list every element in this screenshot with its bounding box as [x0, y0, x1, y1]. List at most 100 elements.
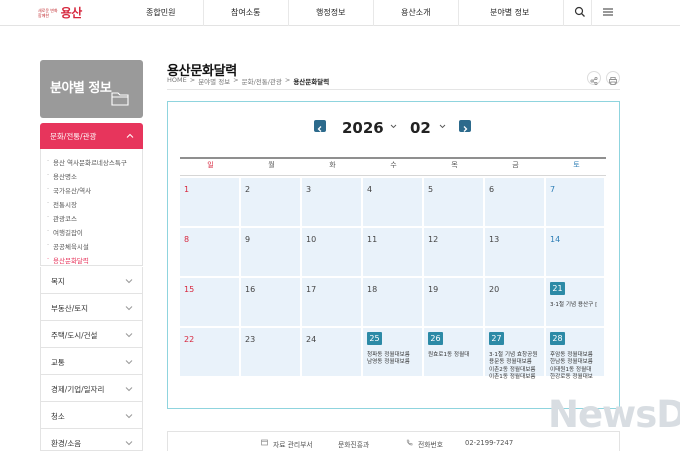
sidebar-item-real-estate[interactable]: 부동산/토지: [40, 294, 143, 321]
calendar-day-cell[interactable]: 12: [424, 228, 485, 278]
breadcrumb-current: 용산문화달력: [293, 78, 330, 86]
calendar-day-cell[interactable]: 23: [241, 328, 302, 378]
dept-label: 자료 관리부서: [273, 441, 313, 449]
share-button[interactable]: [587, 71, 601, 86]
calendar-day-cell[interactable]: 11: [363, 228, 424, 278]
chevron-down-icon[interactable]: [390, 123, 397, 130]
calendar-date-badge: 21: [550, 282, 565, 295]
sidebar-item-culture[interactable]: 문화/전통/관광: [40, 123, 143, 149]
sidebar-submenu: 용산 역사문화르네상스특구 용산명소 국가유산/역사 전통시장 관광코스 여행길…: [40, 149, 143, 266]
calendar-day-cell[interactable]: 4: [363, 178, 424, 228]
calendar-event[interactable]: 남영동 정월대보름: [367, 357, 422, 365]
folder-icon: [111, 92, 129, 106]
site-header: 새로운 변화 함께한 용산 종합민원 참여소통 행정정보 용산소개 분야별 정보: [0, 0, 680, 26]
calendar-day-cell[interactable]: 9: [241, 228, 302, 278]
year-select[interactable]: 2026: [342, 119, 384, 137]
calendar-day-cell[interactable]: 2: [241, 178, 302, 228]
calendar-date: 15: [184, 285, 195, 294]
nav-item-field-info[interactable]: 분야별 정보: [490, 7, 529, 18]
nav-item-admin-info[interactable]: 행정정보: [316, 7, 345, 18]
nav-item-about[interactable]: 용산소개: [401, 7, 430, 18]
search-icon[interactable]: [574, 6, 586, 18]
submenu-item[interactable]: 공공체육시설: [47, 241, 89, 251]
calendar-day-cell[interactable]: 17: [302, 278, 363, 328]
submenu-item[interactable]: 용산명소: [47, 171, 77, 181]
submenu-item[interactable]: 용산 역사문화르네상스특구: [47, 157, 127, 167]
sidebar-item-housing[interactable]: 주택/도시/건설: [40, 321, 143, 348]
sidebar-item-transport[interactable]: 교통: [40, 348, 143, 375]
breadcrumb-home[interactable]: HOME: [167, 76, 187, 86]
calendar-day-cell[interactable]: 20: [485, 278, 546, 328]
calendar-day-cell[interactable]: 19: [424, 278, 485, 328]
calendar-date: 12: [428, 235, 439, 244]
calendar-day-cell[interactable]: 13: [485, 228, 546, 278]
calendar-day-cell[interactable]: 7: [546, 178, 606, 228]
chevron-down-icon: [125, 414, 133, 419]
printer-icon: [609, 77, 617, 85]
month-select[interactable]: 02: [410, 119, 431, 137]
prev-month-button[interactable]: [314, 120, 326, 132]
calendar-date: 4: [367, 185, 373, 194]
calendar-date: 22: [184, 335, 195, 344]
calendar-day-cell[interactable]: 22: [180, 328, 241, 378]
calendar-event[interactable]: 이촌1동 정월대보름: [489, 372, 544, 380]
next-month-button[interactable]: [459, 120, 471, 132]
calendar-day-cell[interactable]: 10: [302, 228, 363, 278]
calendar-day-cell[interactable]: 28 후암동 정월대보름 한남동 정월대보름 이태원1동 정월대 한강로동 정월대보: [546, 328, 606, 380]
sidebar-item-welfare[interactable]: 복지: [40, 267, 143, 294]
calendar-day-cell[interactable]: 24: [302, 328, 363, 378]
weekday-label: 수: [390, 161, 397, 169]
calendar-date: 19: [428, 285, 439, 294]
calendar-date: 14: [550, 235, 561, 244]
calendar-day-cell[interactable]: 5: [424, 178, 485, 228]
calendar-day-cell[interactable]: 15: [180, 278, 241, 328]
breadcrumb-item[interactable]: 분야별 정보: [198, 76, 230, 86]
calendar-date: 2: [245, 185, 251, 194]
submenu-item[interactable]: 전통시장: [47, 199, 77, 209]
submenu-item[interactable]: 관광코스: [47, 213, 77, 223]
calendar-day-cell[interactable]: 16: [241, 278, 302, 328]
phone-value[interactable]: 02-2199-7247: [465, 439, 513, 447]
calendar-event[interactable]: 원효로1동 정월대: [428, 350, 483, 358]
weekday-label: 월: [268, 161, 275, 169]
chevron-down-icon: [125, 441, 133, 446]
calendar-event[interactable]: 한강로동 정월대보: [550, 372, 604, 380]
phone-icon: [406, 439, 413, 446]
nav-item-participation[interactable]: 참여소통: [231, 7, 260, 18]
weekday-label: 금: [512, 161, 519, 169]
nav-item-civil-service[interactable]: 종합민원: [146, 7, 175, 18]
calendar-day-cell[interactable]: 1: [180, 178, 241, 228]
calendar-date: 18: [367, 285, 378, 294]
calendar-day-cell[interactable]: 8: [180, 228, 241, 278]
calendar-date: 3: [306, 185, 312, 194]
sidebar-item-environment[interactable]: 환경/소음: [40, 429, 143, 451]
submenu-item[interactable]: 국가유산/역사: [47, 185, 91, 195]
menu-icon[interactable]: [602, 6, 614, 18]
sidebar-banner-title: 분야별 정보: [50, 81, 112, 96]
calendar-date-badge: 25: [367, 332, 382, 345]
sidebar-item-cleaning[interactable]: 청소: [40, 402, 143, 429]
calendar-day-cell[interactable]: 6: [485, 178, 546, 228]
calendar-date: 10: [306, 235, 317, 244]
calendar-date: 9: [245, 235, 251, 244]
submenu-item-active[interactable]: 용산문화달력: [47, 255, 89, 265]
calendar-day-cell[interactable]: 26 원효로1동 정월대: [424, 328, 485, 378]
calendar-day-cell[interactable]: 25 청파동 정월대보름 남영동 정월대보름: [363, 328, 424, 378]
yongsan-logo[interactable]: 새로운 변화 함께한 용산: [38, 4, 82, 21]
print-button[interactable]: [606, 71, 620, 85]
breadcrumb-item[interactable]: 문화/전통/관광: [242, 76, 282, 86]
calendar-day-cell[interactable]: 18: [363, 278, 424, 328]
chevron-down-icon: [125, 306, 133, 311]
sidebar-item-economy[interactable]: 경제/기업/일자리: [40, 375, 143, 402]
calendar-day-cell[interactable]: 27 3·1절 기념 효창공원 용문동 정월대보름 이촌2동 정월대보름 이촌1동 정월…: [485, 328, 546, 380]
calendar-date-badge: 27: [489, 332, 504, 345]
calendar-event[interactable]: 3·1절 기념 용산구 [: [550, 300, 604, 308]
calendar-date: 7: [550, 185, 556, 194]
calendar-day-cell[interactable]: 3: [302, 178, 363, 228]
calendar-day-cell[interactable]: 14: [546, 228, 606, 278]
submenu-item[interactable]: 여행길잡이: [47, 227, 83, 237]
chevron-down-icon[interactable]: [439, 123, 446, 130]
share-icon: [590, 77, 598, 86]
calendar-day-cell[interactable]: 21 3·1절 기념 용산구 [: [546, 278, 606, 328]
calendar-date: 5: [428, 185, 434, 194]
